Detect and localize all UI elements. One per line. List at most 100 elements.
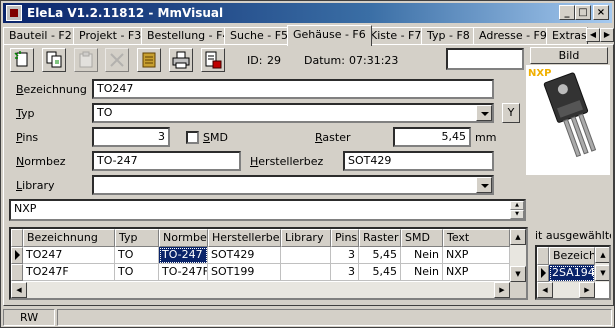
app-window: EleLa V1.2.11812 - MmVisual _ □ × Bautei… [0, 0, 615, 328]
tab-bestellung[interactable]: Bestellung - F4 [141, 27, 236, 45]
close-button[interactable]: × [593, 5, 609, 20]
datum-label: Datum: [304, 54, 345, 67]
archive-button[interactable] [137, 48, 161, 72]
id-value: 29 [267, 54, 281, 67]
delete-icon [110, 53, 124, 67]
export-button[interactable] [201, 48, 225, 72]
typ-y-button[interactable]: Y [502, 103, 520, 123]
minimize-button[interactable]: _ [559, 5, 575, 20]
cell-text[interactable]: NXP [443, 247, 510, 264]
column-header-typ[interactable]: Typ [115, 229, 159, 247]
scroll-up-icon[interactable]: ▲ [510, 229, 526, 245]
raster-field[interactable]: 5,45 [393, 127, 471, 147]
text-memo[interactable]: NXP ▲ ▼ [9, 199, 526, 221]
normbez-field[interactable]: TO-247 [92, 151, 241, 171]
scroll-down-icon[interactable]: ▼ [510, 210, 524, 219]
column-header-text[interactable]: Text [443, 229, 510, 247]
typ-label: Typ [16, 107, 35, 120]
tab-suche[interactable]: Suche - F5 [224, 27, 295, 45]
side-grid-cell[interactable]: 2SA194 [549, 265, 595, 282]
column-header-herstellerbez[interactable]: Herstellerbez [208, 229, 281, 247]
cell-herstellerbez[interactable]: SOT429 [208, 247, 281, 264]
column-header-pins[interactable]: Pins [331, 229, 359, 247]
typ-select[interactable]: TO [92, 103, 494, 123]
side-grid-vertical-scrollbar[interactable]: ▲ ▼ [595, 247, 609, 282]
current-row-icon [537, 265, 549, 282]
current-row-icon [11, 247, 23, 264]
chevron-down-icon[interactable] [476, 177, 492, 193]
status-mode: RW [3, 309, 55, 326]
side-grid-horizontal-scrollbar[interactable]: ◀ ▶ [537, 282, 595, 298]
scroll-down-icon[interactable]: ▼ [510, 266, 526, 282]
cell-pins[interactable]: 3 [331, 247, 359, 264]
column-header-normbez[interactable]: Normbez [159, 229, 208, 247]
id-label: ID: [247, 54, 263, 67]
cell-pins[interactable]: 3 [331, 264, 359, 281]
herstellerbez-field[interactable]: SOT429 [343, 151, 494, 171]
scroll-right-icon[interactable]: ▶ [579, 282, 595, 298]
tab-typ[interactable]: Typ - F8 [421, 27, 476, 45]
bild-button[interactable]: Bild [530, 47, 608, 64]
column-header-bezeichnung[interactable]: Bezeichn [549, 247, 595, 265]
tab-projekt[interactable]: Projekt - F3 [73, 27, 148, 45]
cell-smd[interactable]: Nein [401, 264, 443, 281]
pins-field[interactable]: 3 [92, 127, 170, 147]
scroll-up-icon[interactable]: ▲ [595, 247, 609, 263]
bezeichnung-field[interactable]: TO247 [92, 79, 494, 99]
text-memo-value: NXP [14, 202, 37, 215]
cell-typ[interactable]: TO [115, 247, 159, 264]
quick-search-input[interactable] [446, 48, 524, 70]
row-indicator-header [537, 247, 549, 265]
cell-herstellerbez[interactable]: SOT199 [208, 264, 281, 281]
status-bar: RW [3, 308, 612, 327]
maximize-button[interactable]: □ [575, 5, 591, 20]
cell-normbez[interactable]: TO-247 [159, 247, 208, 264]
delete-button[interactable] [105, 48, 129, 72]
scroll-right-icon[interactable]: ▶ [494, 282, 510, 298]
smd-checkbox[interactable] [186, 131, 199, 144]
scroll-left-icon[interactable]: ◀ [537, 282, 553, 298]
paste-button[interactable] [74, 48, 98, 72]
table-vertical-scrollbar[interactable]: ▲ ▼ [510, 229, 526, 282]
tab-adresse[interactable]: Adresse - F9 [473, 27, 553, 45]
cell-raster[interactable]: 5,45 [359, 264, 401, 281]
tab-scroll-right-icon[interactable]: ▶ [600, 28, 614, 42]
archive-icon [142, 52, 156, 68]
cell-library[interactable] [281, 247, 331, 264]
column-header-bezeichnung[interactable]: Bezeichnung [23, 229, 115, 247]
scrollbar-corner [510, 282, 526, 298]
cell-library[interactable] [281, 264, 331, 281]
print-button[interactable] [169, 48, 193, 72]
cell-typ[interactable]: TO [115, 264, 159, 281]
cell-bezeichnung[interactable]: TO247F [23, 264, 115, 281]
scroll-left-icon[interactable]: ◀ [11, 282, 27, 298]
tab-bar: Bauteil - F2 Projekt - F3 Bestellung - F… [1, 25, 614, 46]
cell-text[interactable]: NXP [443, 264, 510, 281]
memo-scrollbar[interactable]: ▲ ▼ [510, 201, 524, 219]
tab-extras[interactable]: Extras [546, 27, 588, 45]
tab-gehaeuse[interactable]: Gehäuse - F6 [287, 25, 372, 46]
cell-normbez[interactable]: TO-247F [159, 264, 208, 281]
scroll-down-icon[interactable]: ▼ [595, 265, 609, 281]
to247-package-icon [543, 72, 597, 158]
cell-smd[interactable]: Nein [401, 247, 443, 264]
table-horizontal-scrollbar[interactable]: ◀ ▶ [11, 282, 510, 298]
column-header-library[interactable]: Library [281, 229, 331, 247]
tab-scroll-left-icon[interactable]: ◀ [586, 28, 600, 42]
column-header-raster[interactable]: Raster [359, 229, 401, 247]
pins-label: Pins [16, 131, 39, 144]
chevron-down-icon[interactable] [476, 105, 492, 121]
copy-button[interactable] [42, 48, 66, 72]
column-header-smd[interactable]: SMD [401, 229, 443, 247]
tab-kiste[interactable]: Kiste - F7 [364, 27, 428, 45]
tab-bauteil[interactable]: Bauteil - F2 [3, 27, 78, 45]
typ-select-value: TO [97, 106, 113, 119]
row-indicator [11, 264, 23, 281]
scroll-up-icon[interactable]: ▲ [510, 201, 524, 210]
new-button[interactable] [10, 48, 34, 72]
cell-raster[interactable]: 5,45 [359, 247, 401, 264]
cell-bezeichnung[interactable]: TO247 [23, 247, 115, 264]
library-select[interactable] [92, 175, 494, 195]
title-bar[interactable]: EleLa V1.2.11812 - MmVisual _ □ × [3, 3, 612, 23]
bezeichnung-label: Bezeichnung [16, 83, 87, 96]
